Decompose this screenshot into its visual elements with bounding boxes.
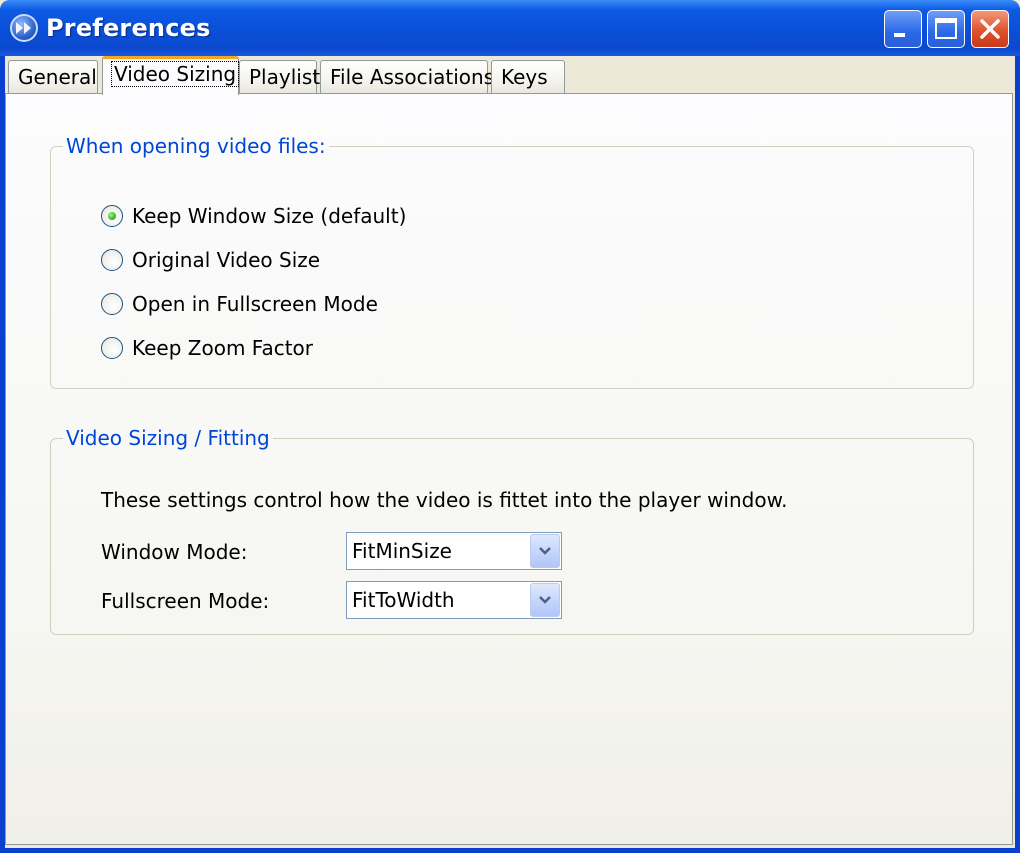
- radio-open-fullscreen[interactable]: Open in Fullscreen Mode: [101, 292, 378, 316]
- dropdown-button[interactable]: [530, 583, 560, 617]
- close-icon: [980, 19, 1000, 39]
- tab-label: General: [18, 65, 97, 89]
- tab-label: Keys: [501, 65, 548, 89]
- title-bar[interactable]: Preferences: [0, 0, 1020, 56]
- radio-button[interactable]: [101, 337, 123, 359]
- dialog-client-area: General Video Sizing Playlist File Assoc…: [5, 56, 1015, 848]
- tab-label: Video Sizing: [110, 61, 240, 87]
- radio-label: Original Video Size: [132, 248, 321, 272]
- dropdown-button[interactable]: [530, 534, 560, 568]
- radio-keep-zoom-factor[interactable]: Keep Zoom Factor: [101, 336, 313, 360]
- tab-general[interactable]: General: [8, 60, 98, 94]
- fullscreen-mode-label: Fullscreen Mode:: [101, 589, 270, 613]
- radio-button[interactable]: [101, 249, 123, 271]
- radio-keep-window-size[interactable]: Keep Window Size (default): [101, 204, 406, 228]
- group-legend: When opening video files:: [66, 134, 326, 158]
- tab-label: File Associations: [330, 65, 495, 89]
- opening-options-group: When opening video files: Keep Window Si…: [50, 134, 974, 389]
- fitting-options-group: Video Sizing / Fitting These settings co…: [50, 426, 974, 635]
- minimize-button[interactable]: [884, 10, 922, 48]
- tab-label: Playlist: [249, 65, 321, 89]
- window-title: Preferences: [46, 14, 211, 42]
- window-mode-label: Window Mode:: [101, 540, 248, 564]
- preferences-window: Preferences General Video Sizing Playlis…: [0, 0, 1020, 853]
- chevron-down-icon: [539, 596, 551, 604]
- window-mode-select[interactable]: FitMinSize: [346, 532, 562, 570]
- fitting-description: These settings control how the video is …: [101, 488, 788, 512]
- chevron-down-icon: [539, 547, 551, 555]
- radio-label: Open in Fullscreen Mode: [132, 292, 378, 316]
- radio-button-checked[interactable]: [101, 205, 123, 227]
- tab-file-associations[interactable]: File Associations: [320, 60, 494, 94]
- radio-label: Keep Window Size (default): [132, 204, 407, 228]
- close-button[interactable]: [971, 10, 1009, 48]
- media-player-icon[interactable]: [10, 14, 38, 42]
- group-legend: Video Sizing / Fitting: [66, 426, 270, 450]
- radio-label: Keep Zoom Factor: [132, 336, 314, 360]
- select-value: FitMinSize: [352, 539, 452, 563]
- tab-playlist[interactable]: Playlist: [239, 60, 321, 94]
- maximize-icon: [935, 18, 957, 39]
- tab-keys[interactable]: Keys: [491, 60, 565, 94]
- radio-original-video-size[interactable]: Original Video Size: [101, 248, 320, 272]
- select-value: FitToWidth: [352, 588, 455, 612]
- radio-button[interactable]: [101, 293, 123, 315]
- fullscreen-mode-select[interactable]: FitToWidth: [346, 581, 562, 619]
- tab-video-sizing[interactable]: Video Sizing: [102, 56, 240, 95]
- video-sizing-panel: When opening video files: Keep Window Si…: [5, 93, 1013, 845]
- maximize-button[interactable]: [927, 10, 965, 48]
- minimize-icon: [894, 33, 905, 37]
